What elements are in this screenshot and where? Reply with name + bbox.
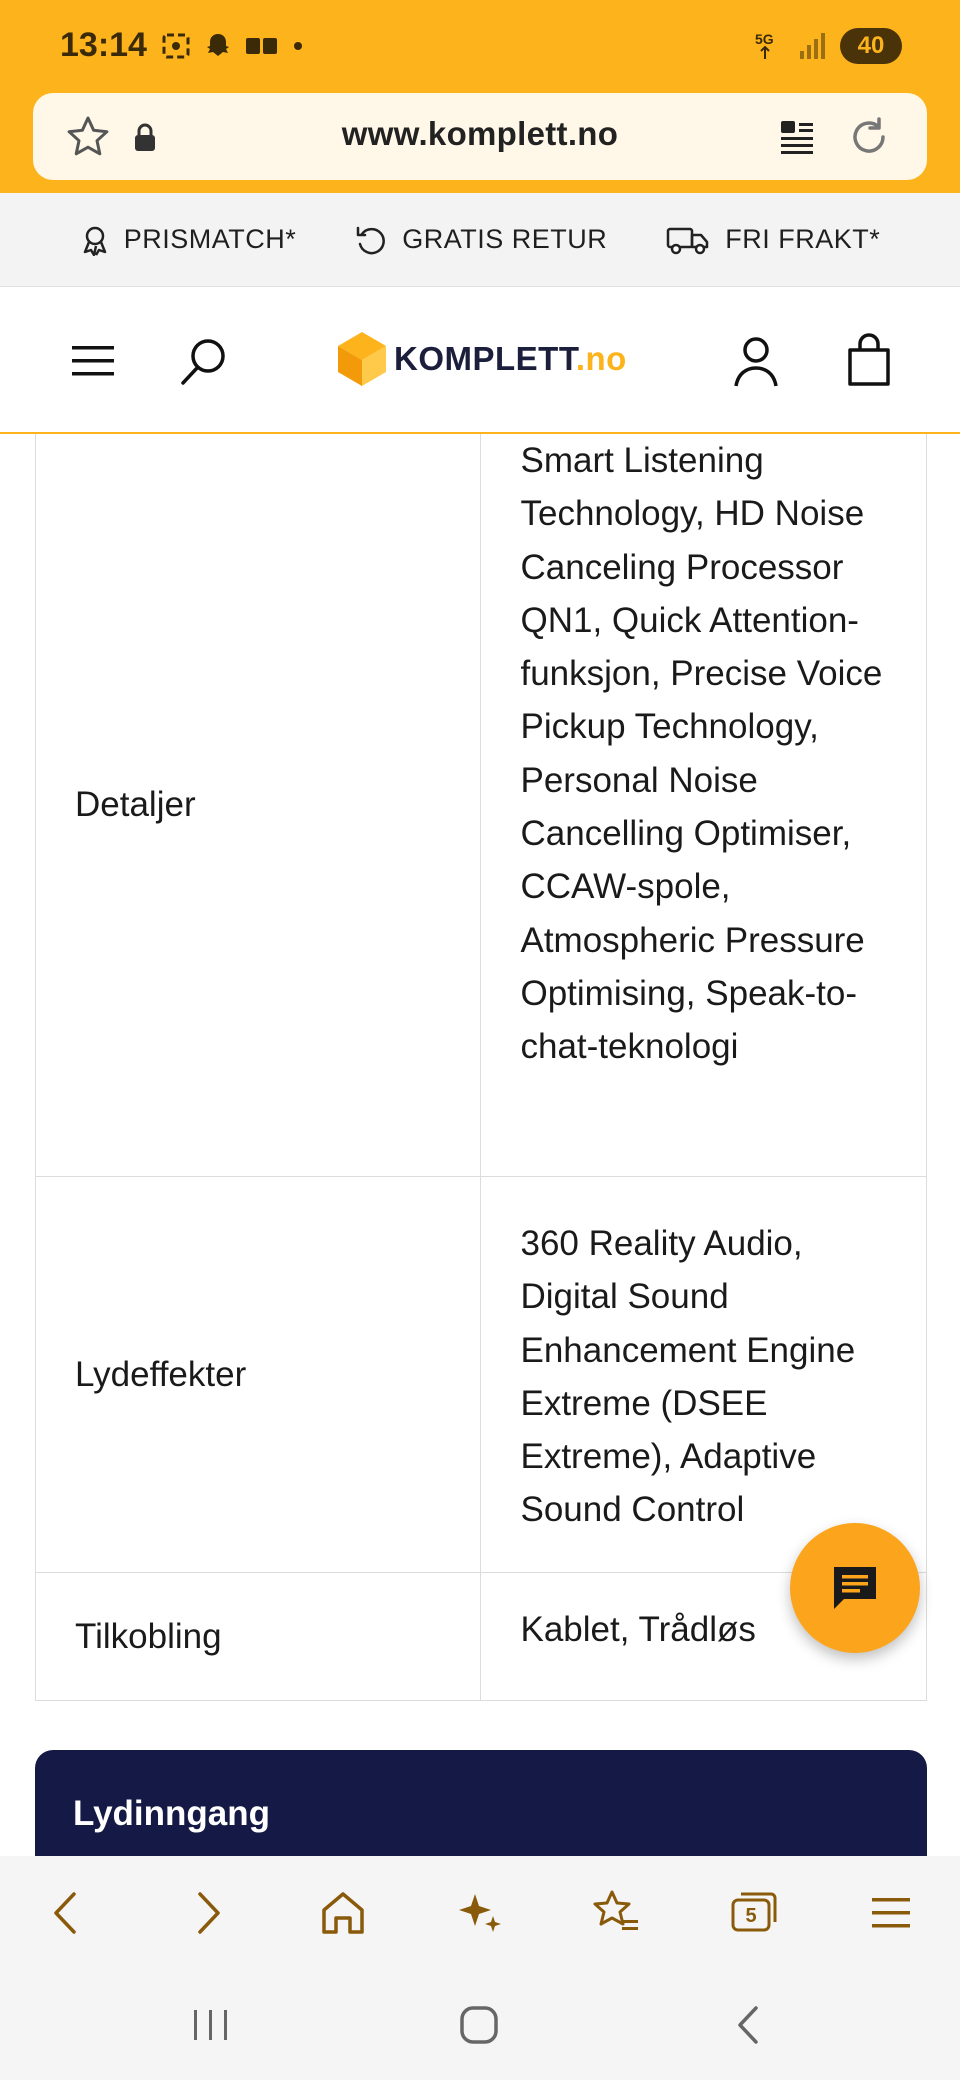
home-icon[interactable] <box>316 1886 370 1940</box>
snapchat-icon <box>207 34 229 56</box>
network-5g-icon: 5G <box>755 31 774 59</box>
gallery-icon <box>162 33 190 59</box>
home-nav-icon[interactable] <box>456 2002 502 2048</box>
bookmarks-icon[interactable] <box>590 1886 644 1940</box>
reload-icon[interactable] <box>845 113 893 161</box>
back-nav-icon[interactable] <box>726 2002 772 2048</box>
table-row: Detaljer Smart Listening Technology, HD … <box>36 434 926 1176</box>
recent-apps-icon[interactable] <box>188 2002 234 2048</box>
sparkle-icon[interactable] <box>453 1886 507 1940</box>
spec-key: Tilkobling <box>36 1573 482 1700</box>
forward-icon[interactable] <box>180 1886 234 1940</box>
notification-icons <box>160 30 306 62</box>
award-icon <box>83 226 106 256</box>
komplett-logo[interactable]: KOMPLETT.no <box>336 330 627 388</box>
status-right: 5G 40 <box>752 28 902 64</box>
search-icon[interactable] <box>178 334 230 388</box>
truck-icon <box>667 227 709 254</box>
reader-mode-icon[interactable] <box>775 113 819 161</box>
battery-indicator: 40 <box>840 28 902 64</box>
table-row: Lydeffekter 360 Reality Audio, Digital S… <box>36 1176 926 1572</box>
url-bar[interactable]: www.komplett.no <box>33 93 927 180</box>
tab-count: 5 <box>745 1905 757 1927</box>
usp-label: FRI FRAKT* <box>725 224 881 254</box>
usp-bar: PRISMATCH* GRATIS RETUR FRI FRAKT* <box>0 193 960 287</box>
site-header: KOMPLETT.no <box>0 288 960 434</box>
browser-menu-icon[interactable] <box>864 1886 918 1940</box>
spec-table: Detaljer Smart Listening Technology, HD … <box>35 434 927 1701</box>
dot-icon <box>294 42 302 50</box>
page: 13:14 5G 40 www.komplett.no PRISMATCH* G… <box>0 0 960 2080</box>
spec-value: 360 Reality Audio, Digital Sound Enhance… <box>520 1224 856 1530</box>
browser-top: 13:14 5G 40 www.komplett.no <box>0 0 960 193</box>
chat-icon <box>834 1567 876 1609</box>
spec-key: Lydeffekter <box>36 1177 482 1572</box>
back-icon[interactable] <box>40 1886 94 1940</box>
system-nav-bar <box>0 1968 960 2080</box>
tabs-button[interactable]: 5 <box>727 1886 781 1940</box>
svg-text:5G: 5G <box>755 31 774 47</box>
usp-prismatch[interactable]: PRISMATCH* <box>80 224 297 256</box>
menu-icon[interactable] <box>70 338 116 384</box>
section-title: Lydinngang <box>73 1794 271 1833</box>
return-icon <box>356 226 386 254</box>
logo-text: KOMPLETT.no <box>394 340 627 378</box>
account-icon[interactable] <box>732 334 780 388</box>
status-time: 13:14 <box>60 26 147 64</box>
status-bar: 13:14 5G 40 <box>0 0 960 92</box>
logo-suffix: .no <box>575 340 627 377</box>
chat-button[interactable] <box>790 1523 920 1653</box>
spec-key: Detaljer <box>36 434 482 1176</box>
browser-toolbar: 5 <box>0 1856 960 1968</box>
spec-value: Smart Listening Technology, HD Noise Can… <box>520 441 883 1067</box>
usp-fri-frakt[interactable]: FRI FRAKT* <box>665 224 880 256</box>
usp-label: GRATIS RETUR <box>402 224 608 254</box>
logo-cube-icon <box>338 332 386 386</box>
logo-main: KOMPLETT <box>394 340 576 377</box>
usp-gratis-retur[interactable]: GRATIS RETUR <box>354 224 607 256</box>
news-icon <box>246 38 277 54</box>
cart-icon[interactable] <box>846 332 892 388</box>
usp-label: PRISMATCH* <box>123 224 297 254</box>
signal-icon <box>800 33 825 59</box>
